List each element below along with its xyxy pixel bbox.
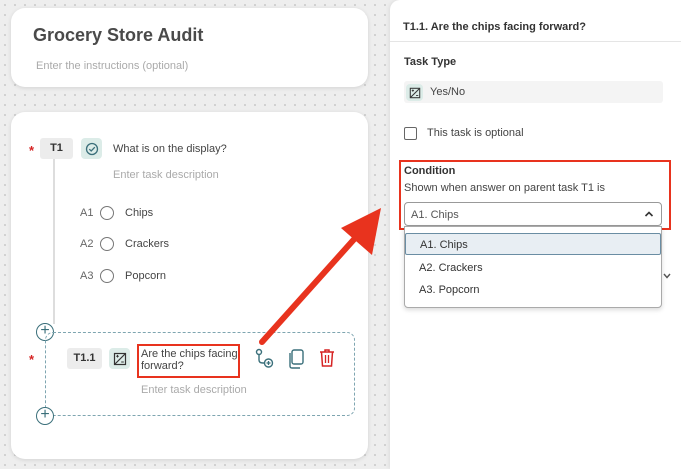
optional-label: This task is optional (427, 127, 524, 139)
optional-checkbox[interactable] (404, 127, 417, 140)
panel-title: T1.1. Are the chips facing forward? (403, 21, 586, 33)
dropdown-option-a1[interactable]: A1. Chips (405, 233, 661, 255)
condition-dropdown-list: A1. Chips A2. Crackers A3. Popcorn (404, 226, 662, 308)
chevron-down-icon (663, 268, 671, 286)
task-type-value: Yes/No (430, 86, 466, 98)
highlight-box-condition (399, 160, 671, 230)
yes-no-icon (406, 84, 423, 101)
dropdown-option-a3[interactable]: A3. Popcorn (405, 279, 661, 301)
task-type-label: Task Type (404, 56, 457, 68)
panel-header: T1.1. Are the chips facing forward? (390, 0, 681, 42)
dropdown-option-a2[interactable]: A2. Crackers (405, 257, 661, 279)
